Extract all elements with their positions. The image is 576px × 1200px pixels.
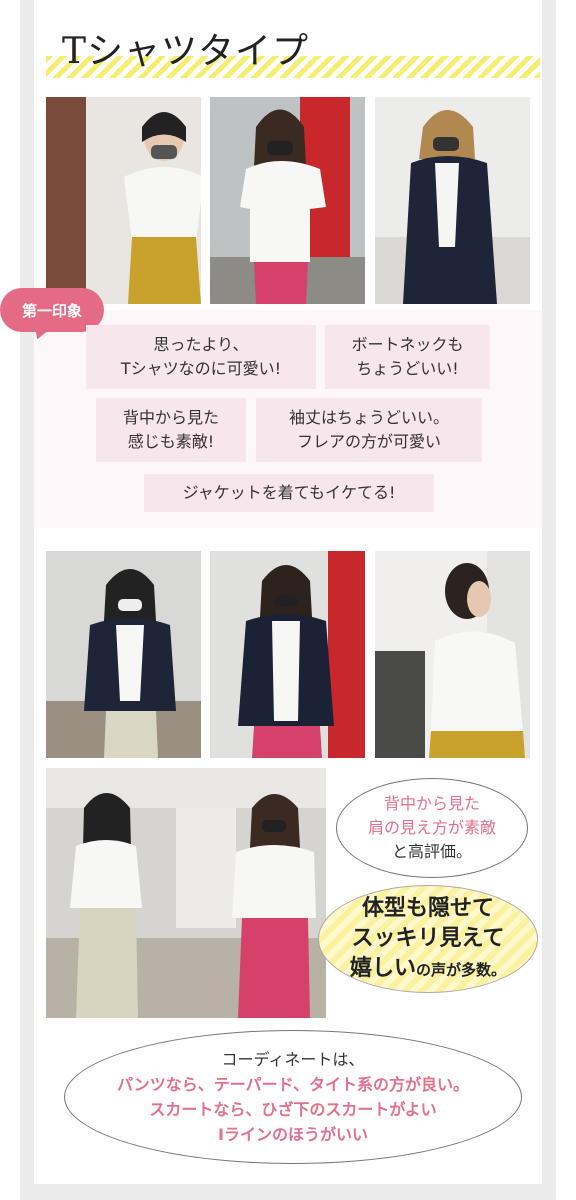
bubble-text-line: Iラインのほうがいい — [218, 1125, 368, 1144]
impression-tag: ジャケットを着てもイケてる! — [144, 474, 434, 512]
speech-bubble-back-view: 背中から見た 肩の見え方が素敵 と高評価。 — [336, 778, 528, 878]
bubble-text-line: 体型も隠せて — [361, 895, 494, 921]
photo-arm-white-tee — [210, 97, 365, 304]
bubble-text-line: 肩の見え方が素敵 — [367, 818, 496, 837]
bubble-text-line: と高評価。 — [391, 842, 472, 861]
section-title: Tシャツタイプ — [46, 22, 540, 82]
impression-tag: 背中から見た 感じも素敵! — [96, 398, 246, 462]
bubble-emphasis: 嬉しい — [349, 955, 416, 981]
bubble-suffix: の声が多数。 — [416, 960, 507, 979]
bubble-text-line: コーディネートは、 — [221, 1050, 365, 1069]
speech-bubble-body-shape: 体型も隠せて スッキリ見えて 嬉しいの声が多数。 — [318, 885, 538, 993]
bubble-text-line: パンツなら、テーパード、タイト系の方が良い。 — [116, 1075, 469, 1094]
photo-navy-jacket — [375, 97, 530, 304]
photo-jacket-mirror — [46, 551, 201, 758]
bubble-text-line: スカートなら、ひざ下のスカートがよい — [149, 1100, 437, 1119]
bubble-text-line: 嬉しいの声が多数。 — [350, 954, 506, 985]
bubble-text-line: 背中から見た — [383, 794, 480, 813]
speech-bubble-coordinate: コーディネートは、 パンツなら、テーパード、タイト系の方が良い。 スカートなら、… — [64, 1030, 522, 1164]
photo-front-white-tee — [46, 97, 201, 304]
photo-jacket-pink-pants — [210, 551, 365, 758]
photo-two-models — [46, 768, 326, 1018]
impression-tag: 袖丈はちょうどいい。 フレアの方が可愛い — [256, 398, 482, 462]
impression-tag: ボートネックも ちょうどいい! — [325, 325, 490, 389]
photo-back-view — [375, 551, 530, 758]
page-title: Tシャツタイプ — [62, 31, 310, 72]
bubble-text-line: スッキリ見えて — [351, 925, 505, 951]
impression-tag: 思ったより、 Tシャツなのに可愛い! — [86, 325, 316, 389]
